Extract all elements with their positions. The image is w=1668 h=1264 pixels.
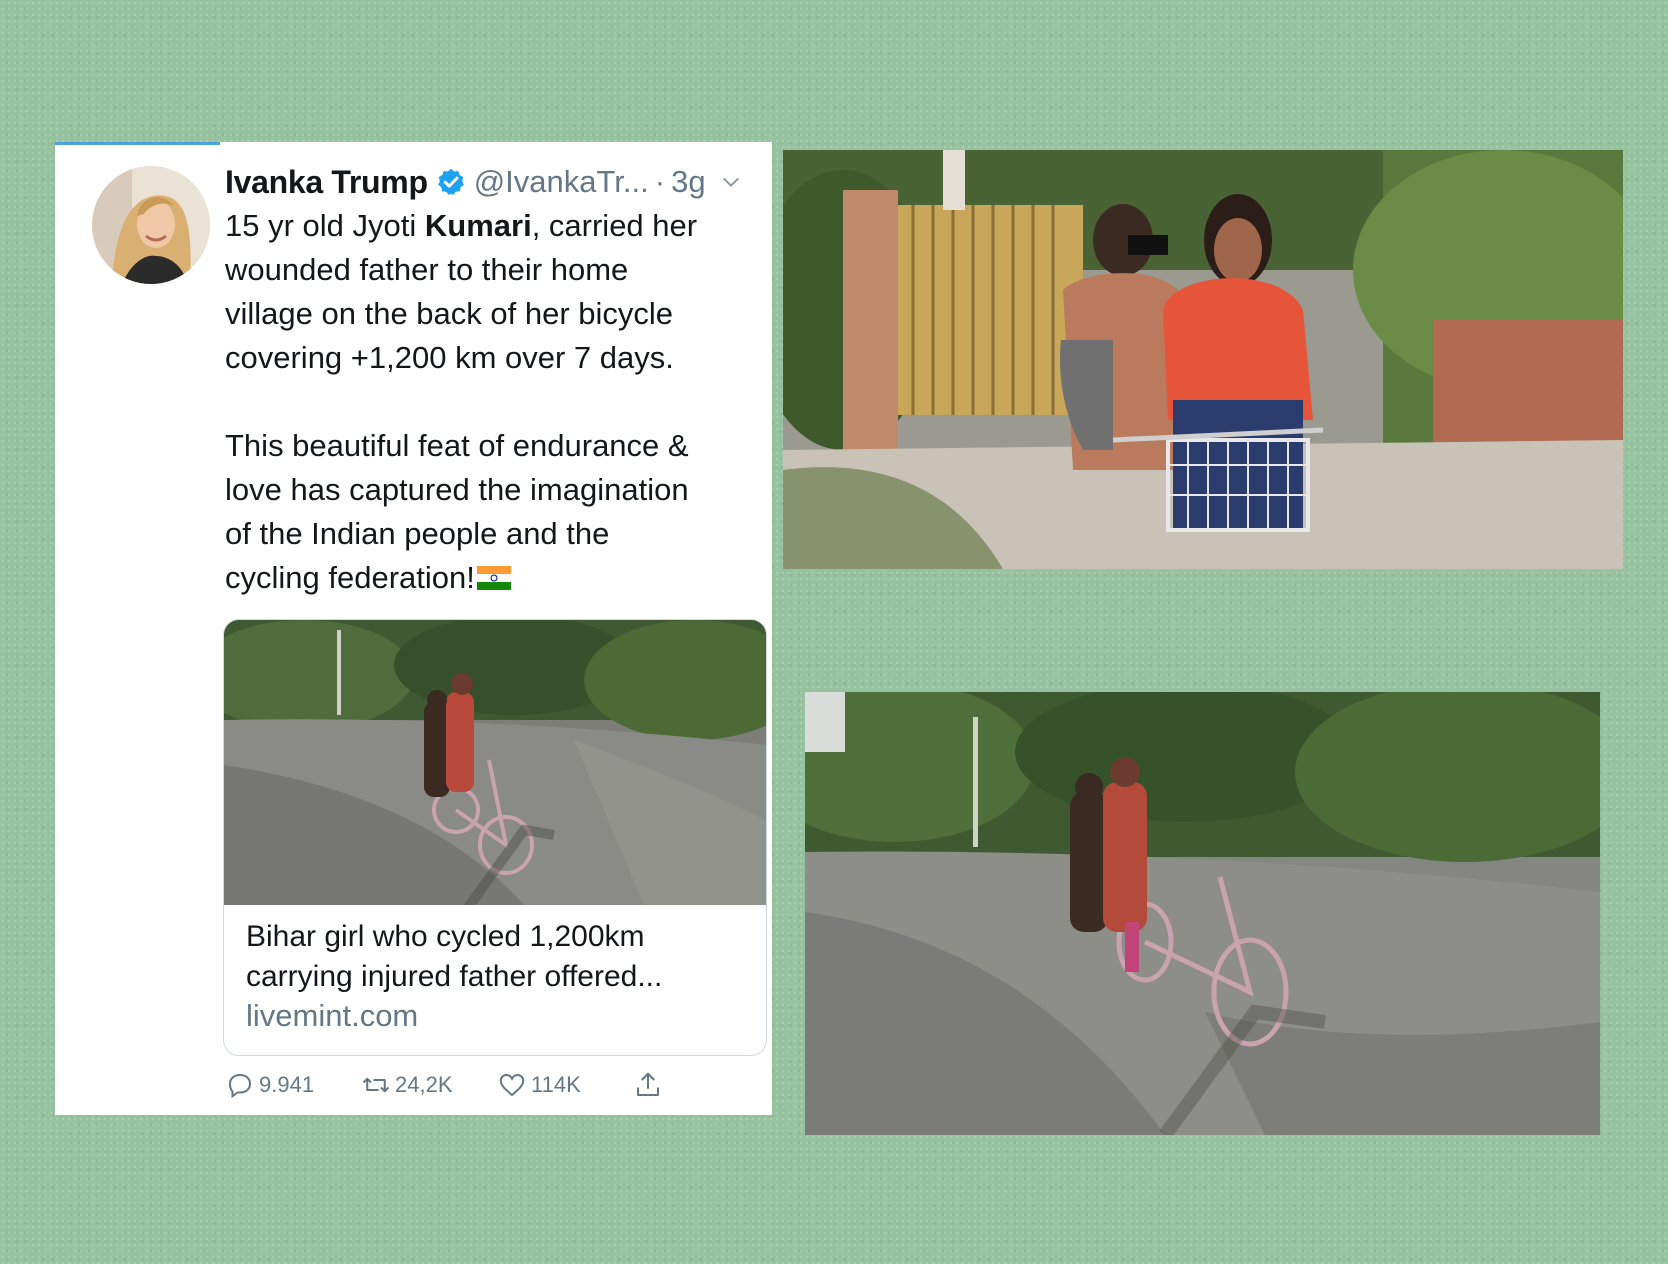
india-flag-emoji bbox=[476, 566, 511, 590]
tweet-text-bold: Kumari bbox=[424, 208, 532, 243]
retweet-button[interactable]: 24,2K bbox=[361, 1065, 453, 1105]
photo-cycling-road bbox=[805, 692, 1600, 1135]
tweet-text-line: wounded father to their home bbox=[225, 252, 629, 287]
tweet-text-line: of the Indian people and the bbox=[225, 516, 610, 551]
tweet-paragraph-1: 15 yr old Jyoti Kumari, carried her woun… bbox=[225, 204, 765, 380]
like-button[interactable]: 114K bbox=[497, 1065, 581, 1105]
tweet-text-line: , carried her bbox=[531, 208, 698, 243]
retweet-count: 24,2K bbox=[395, 1072, 453, 1097]
link-preview-image[interactable] bbox=[224, 620, 766, 905]
link-preview-card[interactable]: Bihar girl who cycled 1,200km carrying i… bbox=[223, 619, 767, 1056]
tweet-card[interactable]: Ivanka Trump @IvankaTr... · 3g 15 yr old… bbox=[55, 142, 772, 1115]
verified-badge-icon bbox=[436, 167, 466, 197]
chevron-down-icon[interactable] bbox=[720, 171, 742, 193]
display-name[interactable]: Ivanka Trump bbox=[225, 164, 428, 201]
separator-dot: · bbox=[654, 164, 666, 199]
tweet-time[interactable]: 3g bbox=[671, 164, 705, 200]
link-card-title-line: carrying injured father offered... bbox=[246, 960, 663, 993]
reply-icon bbox=[225, 1070, 259, 1100]
tweet-header: Ivanka Trump @IvankaTr... · 3g bbox=[225, 160, 765, 204]
heart-icon bbox=[497, 1070, 531, 1100]
user-handle[interactable]: @IvankaTr... bbox=[474, 164, 649, 200]
reply-button[interactable]: 9.941 bbox=[225, 1065, 314, 1105]
tweet-paragraph-2: This beautiful feat of endurance & love … bbox=[225, 424, 765, 600]
link-card-title-line: Bihar girl who cycled 1,200km bbox=[246, 920, 645, 953]
tweet-text: 15 yr old Jyoti Kumari, carried her woun… bbox=[225, 204, 765, 600]
link-card-title[interactable]: Bihar girl who cycled 1,200km carrying i… bbox=[246, 917, 746, 997]
tweet-text-line: covering +1,200 km over 7 days. bbox=[225, 340, 674, 375]
link-card-domain[interactable]: livemint.com bbox=[246, 998, 418, 1034]
tweet-text-line: 15 yr old Jyoti bbox=[225, 208, 425, 243]
tweet-text-line: This beautiful feat of endurance & bbox=[225, 428, 689, 463]
share-button[interactable] bbox=[633, 1065, 667, 1105]
tweet-actions: 9.941 24,2K 114K bbox=[225, 1065, 755, 1105]
tweet-text-line: village on the back of her bicycle bbox=[225, 296, 674, 331]
reply-count: 9.941 bbox=[259, 1072, 315, 1097]
retweet-icon bbox=[361, 1070, 395, 1100]
avatar[interactable] bbox=[92, 166, 210, 284]
share-icon bbox=[633, 1070, 667, 1100]
like-count: 114K bbox=[531, 1072, 581, 1097]
top-accent-bar bbox=[55, 142, 220, 145]
tweet-text-line: cycling federation! bbox=[225, 560, 475, 595]
tweet-text-line: love has captured the imagination bbox=[225, 472, 689, 507]
photo-father-daughter-gate bbox=[783, 150, 1623, 569]
